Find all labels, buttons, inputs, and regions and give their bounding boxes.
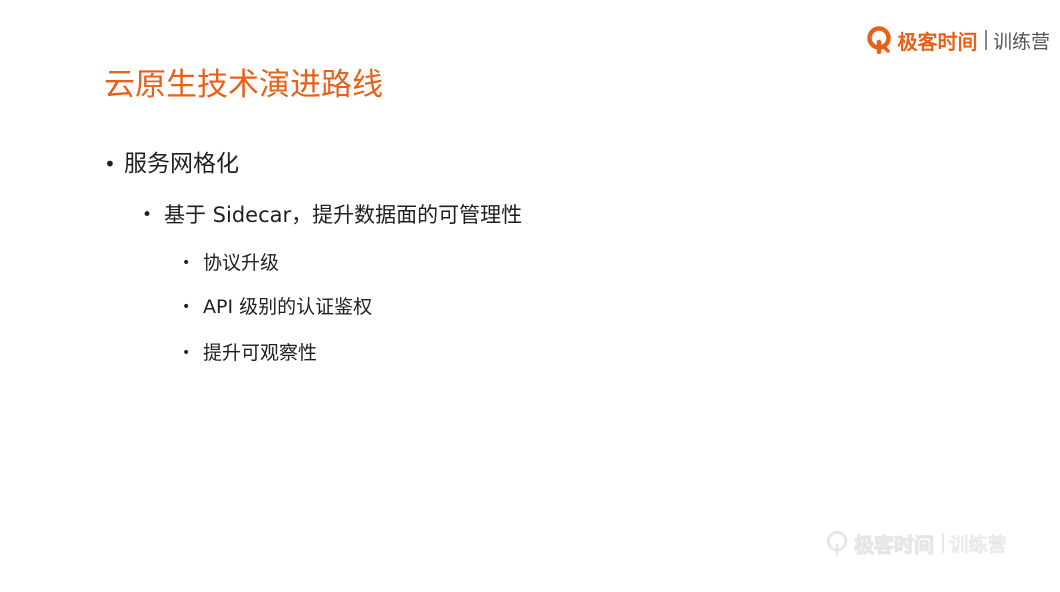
bullet-dot-icon: • — [142, 205, 153, 225]
bullet-level1: • 服务网格化 — [104, 146, 239, 182]
watermark: 极客时间 训练营 — [826, 528, 1007, 558]
bullet-level3: • 协议升级 — [182, 248, 279, 278]
watermark-sub: 训练营 — [949, 533, 1007, 556]
bullet-dot-icon: • — [182, 345, 191, 361]
bullet-text: API 级别的认证鉴权 — [203, 296, 373, 318]
brand-logo: 极客时间 训练营 — [867, 24, 1050, 56]
geektime-watermark-icon — [826, 531, 848, 556]
brand-divider — [985, 30, 987, 50]
slide: 极客时间 训练营 云原生技术演进路线 • 服务网格化 • 基于 Sidecar，… — [0, 0, 1060, 592]
bullet-text: 基于 Sidecar，提升数据面的可管理性 — [164, 203, 523, 227]
geektime-logo-icon — [867, 26, 892, 54]
bullet-dot-icon: • — [104, 152, 116, 176]
slide-title: 云原生技术演进路线 — [104, 67, 383, 103]
brand-name: 极客时间 — [897, 29, 978, 54]
watermark-name: 极客时间 — [854, 532, 935, 557]
watermark-divider — [942, 533, 944, 553]
bullet-text: 服务网格化 — [124, 151, 239, 177]
brand-sub: 训练营 — [992, 30, 1050, 53]
bullet-dot-icon: • — [182, 299, 191, 315]
bullet-level2: • 基于 Sidecar，提升数据面的可管理性 — [142, 199, 522, 231]
bullet-text: 提升可观察性 — [203, 342, 318, 364]
bullet-level3: • 提升可观察性 — [182, 338, 317, 368]
bullet-level3: • API 级别的认证鉴权 — [182, 292, 372, 322]
bullet-text: 协议升级 — [203, 252, 280, 274]
bullet-dot-icon: • — [182, 255, 191, 271]
